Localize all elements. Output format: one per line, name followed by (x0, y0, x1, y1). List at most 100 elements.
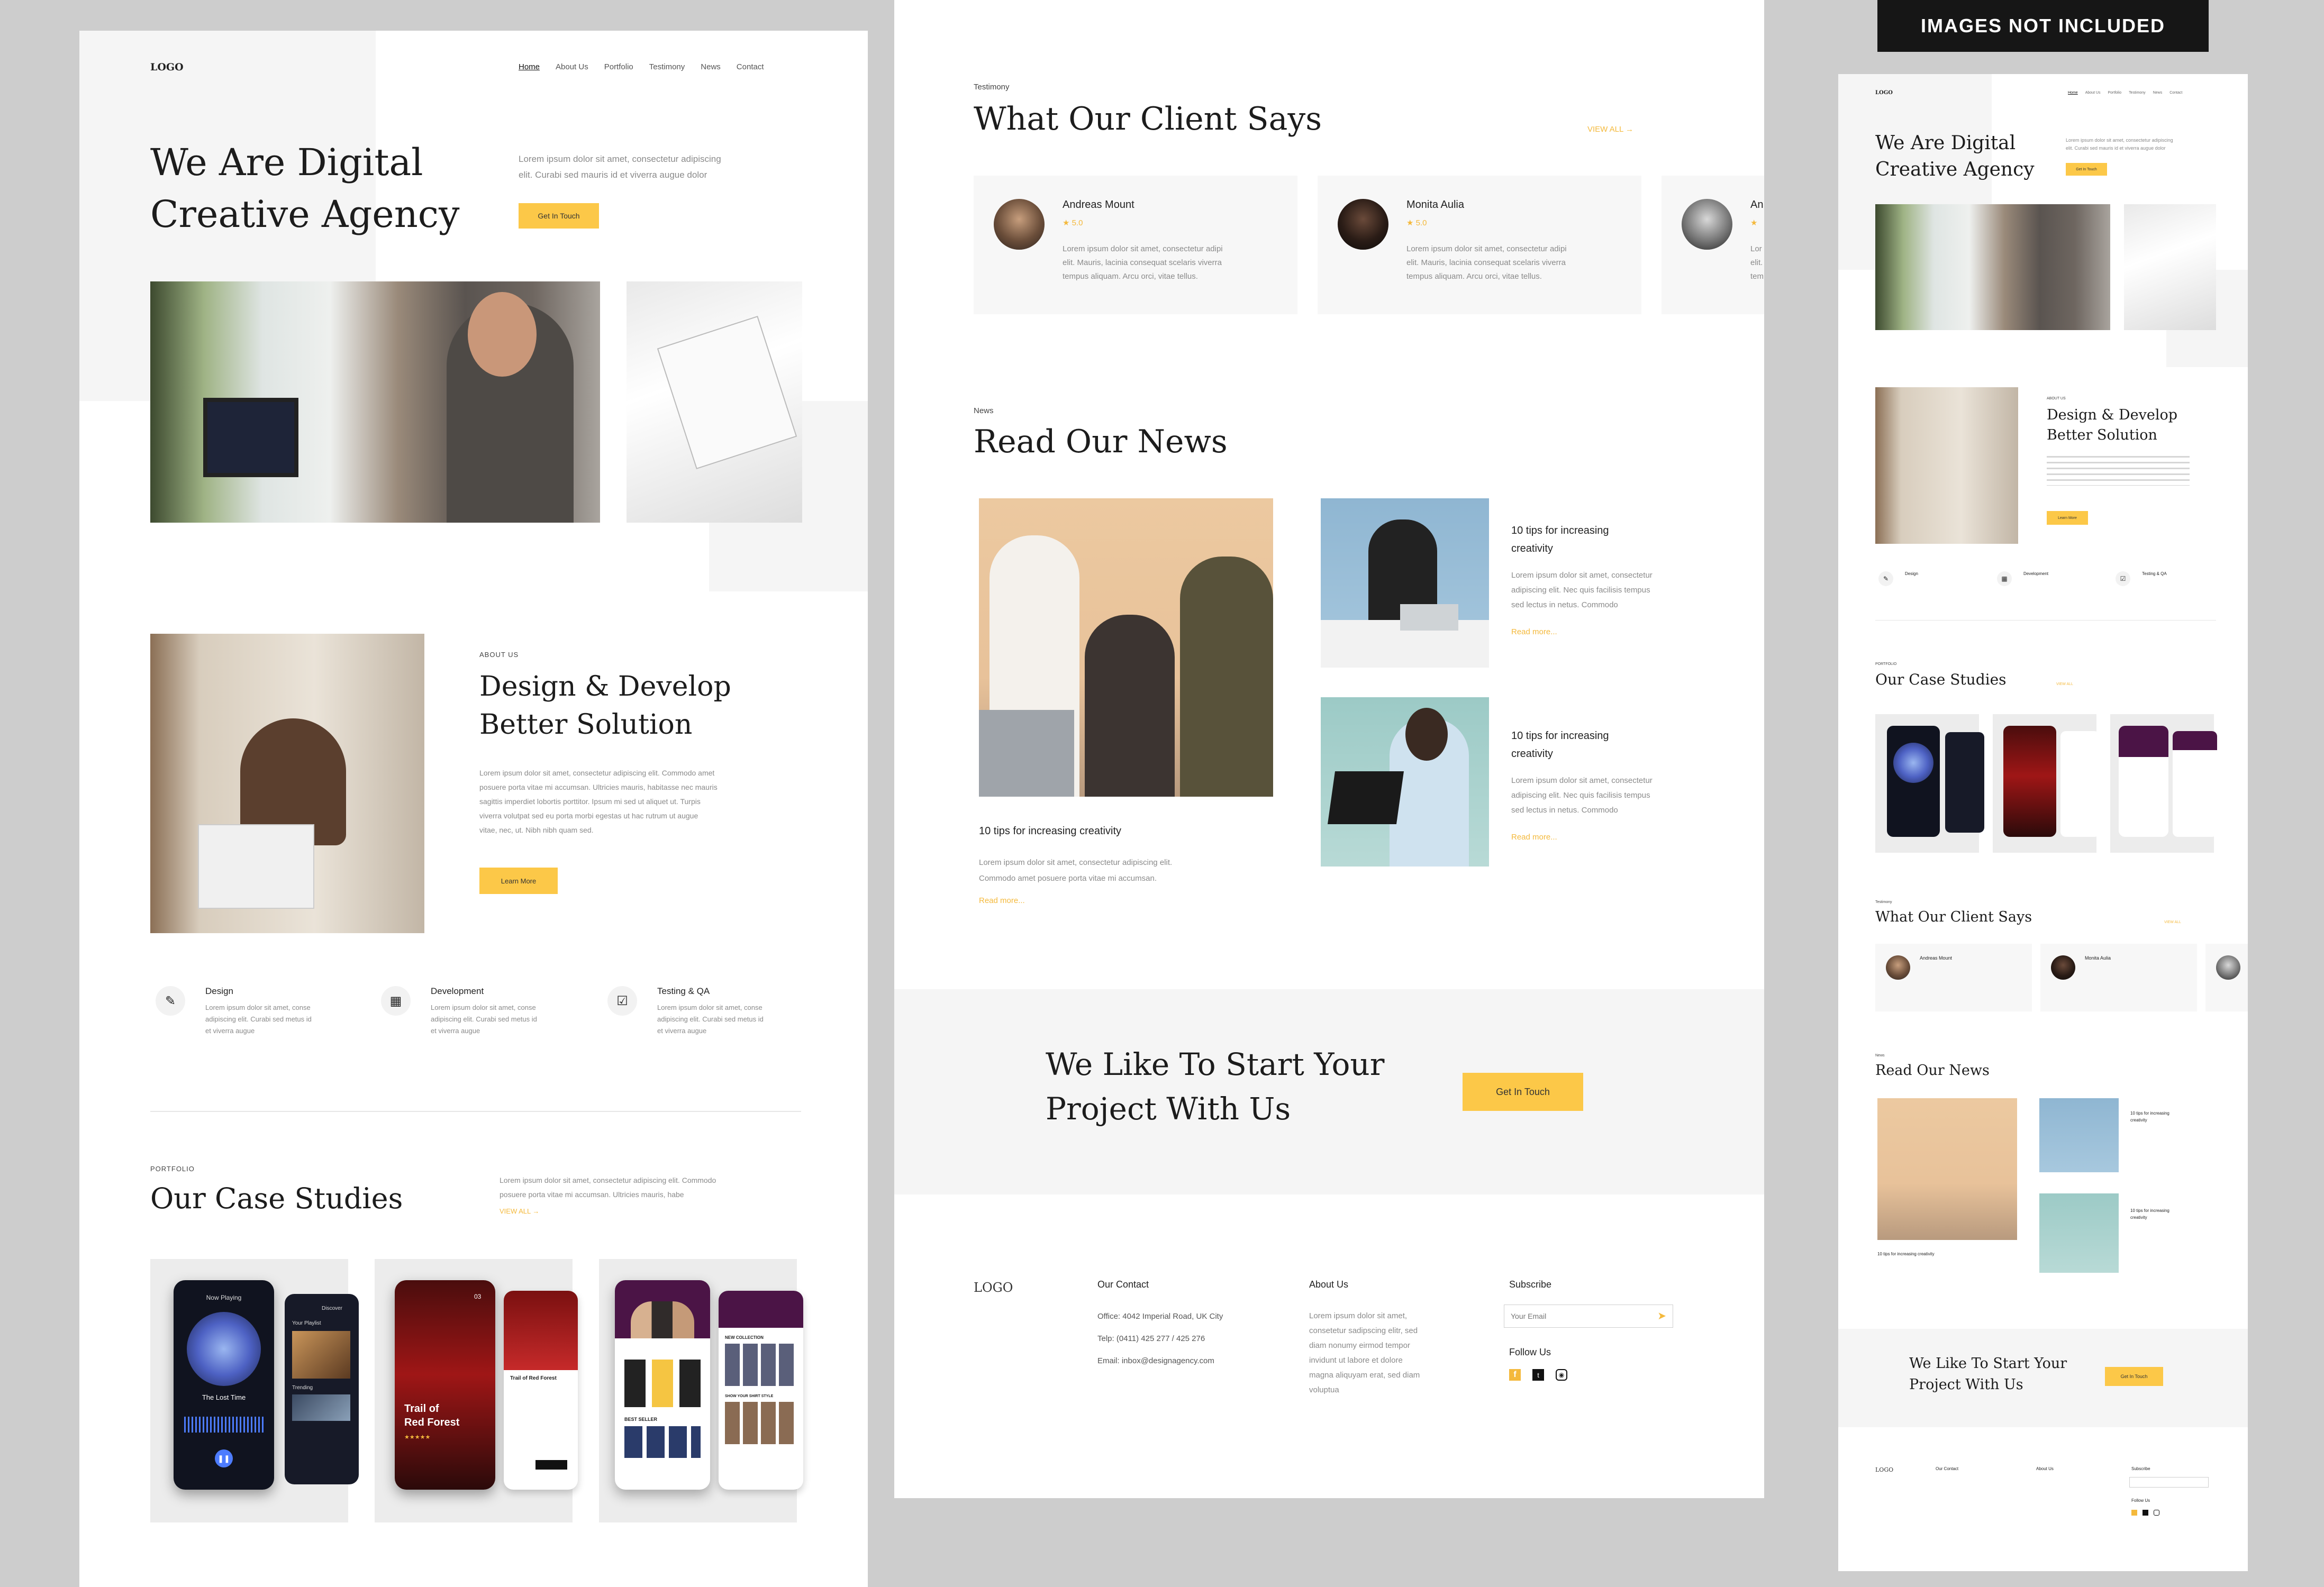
service-design-desc: Lorem ipsum dolor sit amet, conse adipis… (205, 1004, 312, 1035)
person-right-shape (1180, 557, 1273, 797)
arrow-right-icon: → (532, 1207, 540, 1215)
instagram-icon[interactable]: ◉ (1556, 1369, 1567, 1381)
mini-about-title: Design & Develop Better Solution (2047, 407, 2178, 443)
mini-nav-menu: Home About Us Portfolio Testimony News C… (2068, 91, 2182, 95)
portfolio-view-all-link[interactable]: VIEW ALL → (500, 1207, 539, 1215)
phone-main: Now Playing The Lost Time ❚❚ (174, 1280, 274, 1490)
mini-forest-secondary (2060, 731, 2100, 837)
nav-menu: Home About Us Portfolio Testimony News C… (519, 62, 764, 71)
mini-service-qa-title: Testing & QA (2142, 571, 2167, 576)
mini-avatar-andreas (1886, 955, 1910, 980)
star-icon: ★ (1063, 218, 1070, 227)
cta-get-in-touch-button[interactable]: Get In Touch (1463, 1073, 1583, 1111)
mini-case-card-forest[interactable] (1993, 714, 2100, 853)
mini-footer-logo[interactable]: LOGO (1875, 1466, 1893, 1473)
mini-nav-news[interactable]: News (2153, 91, 2163, 95)
mini-logo[interactable]: LOGO (1875, 90, 1893, 96)
new-collection-label: NEW COLLECTION (725, 1335, 764, 1340)
mini-cta-button[interactable]: Get In Touch (2105, 1367, 2163, 1386)
page-preview-left: LOGO Home About Us Portfolio Testimony N… (79, 31, 868, 1587)
mini-twitter-icon[interactable] (2143, 1510, 2148, 1516)
shirt-row (624, 1426, 701, 1458)
case-card-forest[interactable]: 03 Trail of Red Forest ★★★★★ Trail of Re… (375, 1259, 578, 1522)
testimony-label: Testimony (974, 83, 1010, 92)
nav-item-about[interactable]: About Us (556, 62, 588, 71)
mini-about-button[interactable]: Learn More (2047, 511, 2088, 525)
news-photo-businessman (1321, 498, 1489, 668)
mini-about-button-label: Learn More (2058, 516, 2077, 520)
email-input[interactable] (1510, 1309, 1642, 1323)
mini-testimony-view-all[interactable]: VIEW ALL (2164, 920, 2181, 924)
shirt-style-label: SHOW YOUR SHIRT STYLE (725, 1394, 774, 1398)
service-development-title: Development (431, 986, 484, 996)
portfolio-label: PORTFOLIO (150, 1165, 195, 1173)
mini-news-photo-businessman (2039, 1098, 2119, 1172)
nav-item-testimony[interactable]: Testimony (649, 62, 685, 71)
mini-about-label: ABOUT US (2047, 397, 2066, 400)
logo[interactable]: LOGO (150, 61, 184, 73)
news-item-3-read-more[interactable]: Read more... (1511, 833, 1557, 842)
mini-subscribe-input[interactable] (2129, 1477, 2209, 1488)
forest-title: Trail of Red Forest (404, 1403, 460, 1428)
facebook-icon[interactable]: f (1509, 1369, 1521, 1381)
mini-portfolio-view-all[interactable]: VIEW ALL (2056, 682, 2073, 686)
mini-nav-contact[interactable]: Contact (2169, 91, 2182, 95)
testimonial-name: An (1750, 199, 1764, 211)
mini-facebook-icon[interactable] (2131, 1510, 2137, 1516)
send-icon[interactable]: ➤ (1657, 1309, 1666, 1322)
mini-nav-portfolio[interactable]: Portfolio (2108, 91, 2121, 95)
cta-section: We Like To Start Your Project With Us Ge… (894, 989, 1764, 1194)
mini-service-design-title: Design (1905, 571, 1918, 576)
mini-shop-main (2119, 726, 2168, 837)
play-button-icon: ❚❚ (215, 1449, 233, 1467)
mini-hero-button[interactable]: Get In Touch (2066, 163, 2107, 176)
hero-cta-button[interactable]: Get In Touch (519, 203, 599, 229)
twitter-icon[interactable]: t (1532, 1369, 1544, 1381)
hero-photo-notes (627, 281, 802, 523)
mini-news-title: Read Our News (1875, 1062, 1990, 1079)
star-icon: ★ (1750, 218, 1758, 227)
nav-item-news[interactable]: News (701, 62, 721, 71)
case-card-music[interactable]: Now Playing The Lost Time ❚❚ Discover Yo… (150, 1259, 359, 1522)
testimonial-card-3: An ★ Lor elit. tem (1662, 176, 1764, 314)
testimonial-text: Lor elit. tem (1750, 244, 1764, 281)
nav-item-home[interactable]: Home (519, 62, 540, 71)
shop-phone-main: BEST SELLER (615, 1280, 710, 1490)
mini-shop-secondary (2173, 731, 2217, 837)
mini-case-card-shop[interactable] (2110, 714, 2217, 853)
mini-news-main-title: 10 tips for increasing creativity (1877, 1252, 1935, 1256)
mini-hero-title: We Are Digital Creative Agency (1875, 132, 2035, 180)
forest-phone-secondary: Trail of Red Forest (504, 1291, 578, 1490)
service-testing-title: Testing & QA (657, 986, 710, 996)
news-main-read-more[interactable]: Read more... (979, 896, 1025, 905)
news-item-2-read-more[interactable]: Read more... (1511, 627, 1557, 636)
footer-contact-email: Email: inbox@designagency.com (1097, 1356, 1214, 1365)
about-learn-more-button[interactable]: Learn More (479, 868, 558, 894)
mini-about-photo (1875, 387, 2018, 544)
forest-phone-title: Trail of Red Forest (510, 1375, 557, 1381)
footer-logo[interactable]: LOGO (974, 1280, 1013, 1295)
nav-item-contact[interactable]: Contact (737, 62, 764, 71)
news-title: Read Our News (974, 423, 1228, 460)
mini-instagram-icon[interactable] (2154, 1510, 2159, 1516)
album-art (187, 1312, 261, 1386)
footer-contact-phone: Telp: (0411) 425 277 / 425 276 (1097, 1334, 1205, 1343)
social-icons: f t ◉ (1509, 1369, 1567, 1381)
mini-checkbox-icon: ☑ (2116, 571, 2130, 586)
nav-item-portfolio[interactable]: Portfolio (604, 62, 633, 71)
mini-nav-testimony[interactable]: Testimony (2129, 91, 2146, 95)
mini-news-item-2-title: 10 tips for increasing creativity (2130, 1111, 2169, 1123)
news-photo-team (979, 498, 1273, 797)
cta-title: We Like To Start Your Project With Us (1046, 1046, 1385, 1127)
mini-nav-home[interactable]: Home (2068, 91, 2078, 95)
case-card-shop[interactable]: BEST SELLER NEW COLLECTION SHOW YOUR SHI… (599, 1259, 803, 1522)
forest-phone-image (504, 1291, 578, 1370)
mini-nav-about[interactable]: About Us (2085, 91, 2101, 95)
hero-cta-label: Get In Touch (538, 212, 580, 220)
section-divider (150, 1111, 801, 1112)
waveform (184, 1417, 264, 1433)
mini-case-card-music[interactable] (1875, 714, 1984, 853)
mini-testimony-title: What Our Client Says (1875, 909, 2032, 925)
service-testing-desc: Lorem ipsum dolor sit amet, conse adipis… (657, 1004, 764, 1035)
testimony-view-all-link[interactable]: VIEW ALL → (1587, 125, 1633, 134)
